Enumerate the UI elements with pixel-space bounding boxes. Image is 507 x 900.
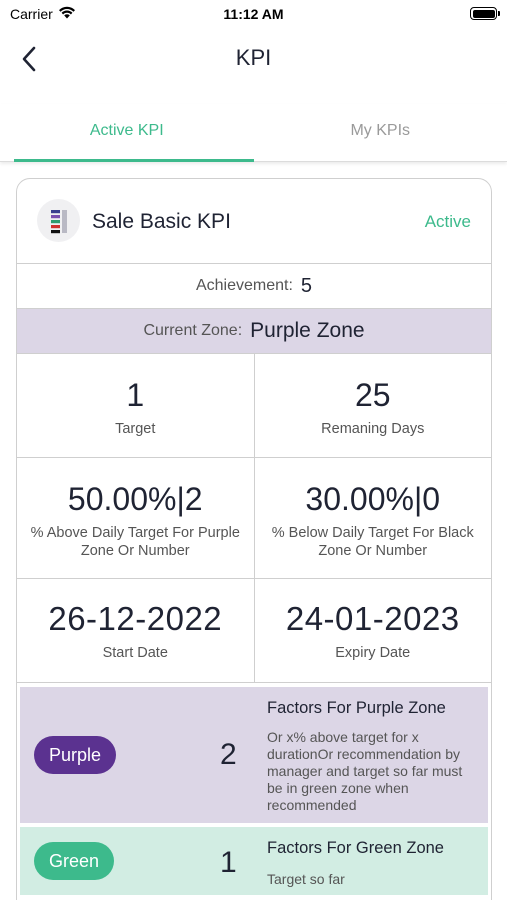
remaining-days-cell: 25 Remaning Days (253, 354, 492, 457)
green-zone-pill: Green (34, 842, 115, 880)
current-zone-row: Current Zone: Purple Zone (17, 309, 491, 354)
kpi-list-icon (37, 199, 80, 242)
kpi-card: Sale Basic KPI Active Achievement: 5 Cur… (16, 178, 492, 900)
threshold-row: 50.00%|2 % Above Daily Target For Purple… (17, 458, 491, 579)
purple-factor-description: Or x% above target for x durationOr reco… (267, 729, 463, 814)
green-factor-title: Factors For Green Zone (267, 839, 444, 857)
below-target-label: % Below Daily Target For Black Zone Or N… (271, 525, 474, 559)
current-zone-value: Purple Zone (250, 319, 365, 342)
above-target-value: 50.00%|2 (67, 481, 203, 517)
achievement-value: 5 (300, 274, 313, 297)
target-days-row: 1 Target 25 Remaning Days (17, 354, 491, 458)
nav-bar: KPI (0, 28, 507, 90)
green-factor-count: 1 (220, 846, 237, 879)
start-date-cell: 26-12-2022 Start Date (17, 579, 254, 682)
kpi-status-badge: Active (424, 212, 471, 231)
purple-factor-title: Factors For Purple Zone (267, 699, 446, 717)
start-date-label: Start Date (102, 645, 168, 662)
expiry-date-value: 24-01-2023 (285, 600, 460, 637)
purple-factor-count: 2 (220, 738, 237, 771)
above-target-cell: 50.00%|2 % Above Daily Target For Purple… (17, 458, 254, 578)
target-cell: 1 Target (17, 354, 254, 457)
dates-row: 26-12-2022 Start Date 24-01-2023 Expiry … (17, 579, 491, 683)
purple-zone-pill: Purple (34, 736, 117, 774)
above-target-label: % Above Daily Target For Purple Zone Or … (30, 525, 240, 559)
expiry-date-label: Expiry Date (335, 645, 411, 662)
kpi-card-header: Sale Basic KPI Active (17, 179, 491, 264)
achievement-label: Achievement: (195, 277, 293, 294)
target-value: 1 (126, 377, 145, 413)
kpi-name: Sale Basic KPI (92, 210, 231, 233)
expiry-date-cell: 24-01-2023 Expiry Date (253, 579, 492, 682)
tab-my-kpis[interactable]: My KPIs (254, 104, 507, 161)
status-bar: Carrier 11:12 AM (0, 0, 507, 28)
status-time: 11:12 AM (223, 6, 284, 22)
page-title: KPI (235, 45, 272, 70)
tab-bar: Active KPI My KPIs (0, 104, 507, 162)
tab-active-kpi[interactable]: Active KPI (0, 104, 254, 162)
current-zone-label: Current Zone: (143, 322, 243, 339)
green-factor-description: Target so far (267, 871, 345, 887)
purple-zone-factor: Purple 2 Factors For Purple Zone Or x% a… (20, 687, 488, 823)
green-zone-factor: Green 1 Factors For Green Zone Target so… (20, 827, 488, 895)
below-target-value: 30.00%|0 (305, 481, 441, 517)
remaining-days-label: Remaning Days (321, 421, 425, 438)
battery-icon (470, 7, 500, 20)
start-date-value: 26-12-2022 (48, 600, 223, 637)
remaining-days-value: 25 (354, 377, 391, 413)
target-label: Target (115, 421, 156, 438)
below-target-cell: 30.00%|0 % Below Daily Target For Black … (253, 458, 492, 578)
achievement-row: Achievement: 5 (17, 264, 491, 309)
